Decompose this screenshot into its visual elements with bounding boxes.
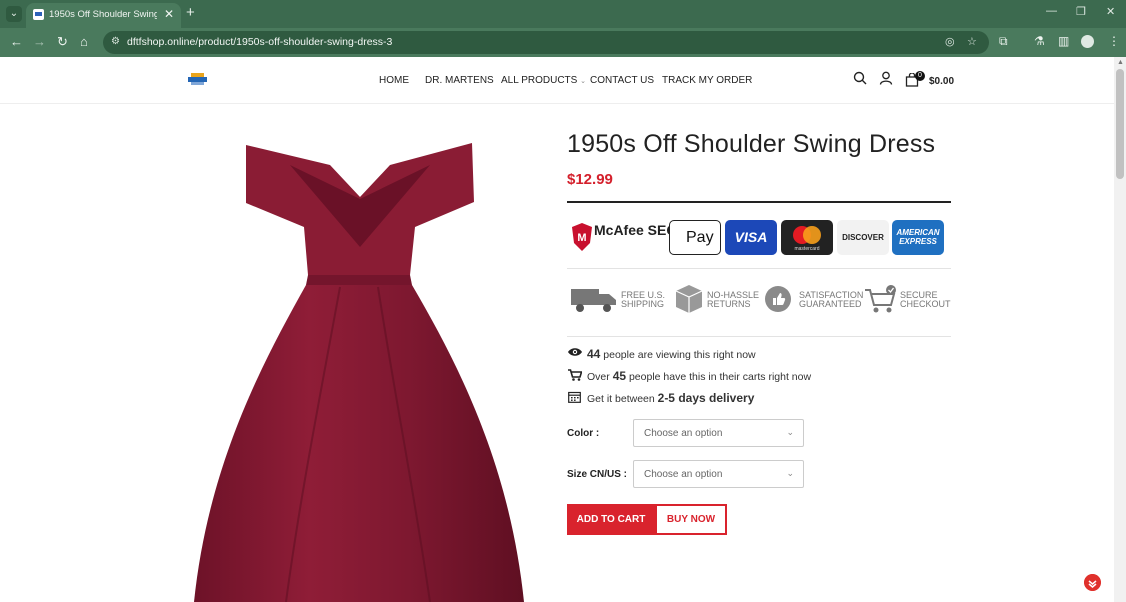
profile-avatar-icon[interactable]	[1081, 35, 1094, 48]
cart-icon	[568, 369, 582, 381]
browser-toolbar: ← → ↻ ⌂ ⚙ dftfshop.online/product/1950s-…	[0, 28, 1126, 57]
bookmark-star-icon[interactable]: ☆	[967, 35, 977, 48]
tab-favicon-icon	[33, 9, 44, 20]
user-icon[interactable]	[879, 71, 893, 85]
chevron-down-icon: ⌄	[786, 427, 794, 437]
browser-tab[interactable]: 1950s Off Shoulder Swing Dress ✕	[26, 3, 181, 28]
nav-home[interactable]: HOME	[379, 75, 409, 86]
tab-close-icon[interactable]: ✕	[164, 7, 174, 21]
minimize-icon[interactable]: —	[1046, 5, 1057, 17]
eye-icon	[568, 348, 582, 356]
color-select[interactable]: Choose an option ⌄	[633, 419, 804, 447]
new-tab-plus-icon[interactable]: +	[186, 4, 195, 21]
scroll-up-arrow-icon[interactable]: ▲	[1117, 59, 1124, 66]
forward-arrow-icon[interactable]: →	[33, 34, 46, 49]
viewing-now-text: 44 people are viewing this right now	[587, 347, 756, 361]
labs-flask-icon[interactable]: ⚗	[1034, 34, 1045, 48]
tab-search-chevron-icon[interactable]: ⌄	[6, 6, 22, 22]
truck-icon	[571, 289, 616, 312]
scroll-thumb[interactable]	[1116, 69, 1124, 179]
divider	[567, 201, 951, 203]
apple-pay-badge: Pay	[669, 220, 721, 255]
site-info-icon[interactable]: ⚙	[111, 36, 120, 47]
mastercard-circles-icon	[793, 226, 821, 244]
size-select[interactable]: Choose an option ⌄	[633, 460, 804, 488]
reload-icon[interactable]: ↻	[57, 34, 68, 50]
amex-text: AMERICAN EXPRESS	[896, 228, 940, 246]
search-icon[interactable]	[853, 71, 867, 85]
discover-badge: DISCOVER	[837, 220, 889, 255]
nav-dr-martens[interactable]: DR. MARTENS	[425, 75, 494, 86]
site-header: HOME DR. MARTENS ALL PRODUCTS ⌄ CONTACT …	[0, 57, 1114, 104]
color-select-value: Choose an option	[644, 428, 723, 439]
visa-badge: VISA	[725, 220, 777, 255]
cart-total[interactable]: $0.00	[929, 76, 954, 87]
site-logo[interactable]	[188, 73, 207, 85]
size-label: Size CN/US :	[567, 469, 628, 480]
cart-check-icon	[865, 285, 896, 313]
svg-text:M: M	[577, 232, 586, 244]
nav-track-my-order[interactable]: TRACK MY ORDER	[662, 75, 752, 86]
window-close-icon[interactable]: ✕	[1106, 5, 1115, 18]
product-image-dress[interactable]	[190, 137, 530, 602]
feature-satisfaction-guaranteed: SATISFACTION GUARANTEED	[799, 290, 864, 309]
calendar-icon	[568, 391, 581, 403]
product-title: 1950s Off Shoulder Swing Dress	[567, 130, 936, 158]
mcafee-text: McAfee SECURE	[594, 222, 707, 238]
color-label: Color :	[567, 428, 600, 439]
apple-pay-text: Pay	[686, 229, 714, 246]
box-icon	[676, 285, 702, 313]
nav-all-products[interactable]: ALL PRODUCTS ⌄	[501, 75, 586, 86]
back-arrow-icon[interactable]: ←	[10, 34, 23, 49]
product-price: $12.99	[567, 171, 613, 188]
thumbs-up-icon	[765, 286, 791, 312]
url-text: dftfshop.online/product/1950s-off-should…	[127, 36, 393, 48]
mastercard-text: mastercard	[794, 246, 820, 252]
cart-count-badge: 0	[915, 71, 925, 81]
buy-now-button[interactable]: BUY NOW	[655, 504, 727, 535]
eye-off-icon[interactable]: ◎	[945, 35, 955, 48]
nav-contact-us[interactable]: CONTACT US	[590, 75, 654, 86]
menu-kebab-icon[interactable]: ⋮	[1108, 34, 1120, 48]
mastercard-badge: mastercard	[781, 220, 833, 255]
home-icon[interactable]: ⌂	[80, 34, 88, 49]
side-panel-icon[interactable]: ▥	[1058, 34, 1069, 48]
chevron-down-icon: ⌄	[786, 468, 794, 478]
web-page: HOME DR. MARTENS ALL PRODUCTS ⌄ CONTACT …	[0, 57, 1114, 602]
chat-widget-icon[interactable]	[1084, 574, 1101, 591]
mcafee-shield-icon: M	[572, 223, 592, 251]
divider	[567, 336, 951, 337]
tab-title: 1950s Off Shoulder Swing Dress	[49, 9, 157, 20]
add-to-cart-button[interactable]: ADD TO CART	[567, 504, 655, 535]
delivery-text: Get it between 2-5 days delivery	[587, 391, 755, 405]
feature-secure-checkout: SECURE CHECKOUT	[900, 290, 951, 309]
size-select-value: Choose an option	[644, 469, 723, 480]
address-bar[interactable]: ⚙ dftfshop.online/product/1950s-off-shou…	[103, 31, 989, 54]
amex-badge: AMERICAN EXPRESS	[892, 220, 944, 255]
page-scrollbar[interactable]: ▲	[1114, 57, 1126, 602]
chevron-down-icon: ⌄	[580, 78, 586, 85]
divider	[567, 268, 951, 269]
browser-tab-bar: ⌄ 1950s Off Shoulder Swing Dress ✕ + — ❐…	[0, 0, 1126, 28]
restore-icon[interactable]: ❐	[1076, 5, 1086, 18]
in-carts-text: Over 45 people have this in their carts …	[587, 369, 812, 383]
extensions-icon[interactable]: ⧉	[999, 34, 1008, 49]
mcafee-secure-badge: M McAfee SECURE	[569, 220, 707, 255]
